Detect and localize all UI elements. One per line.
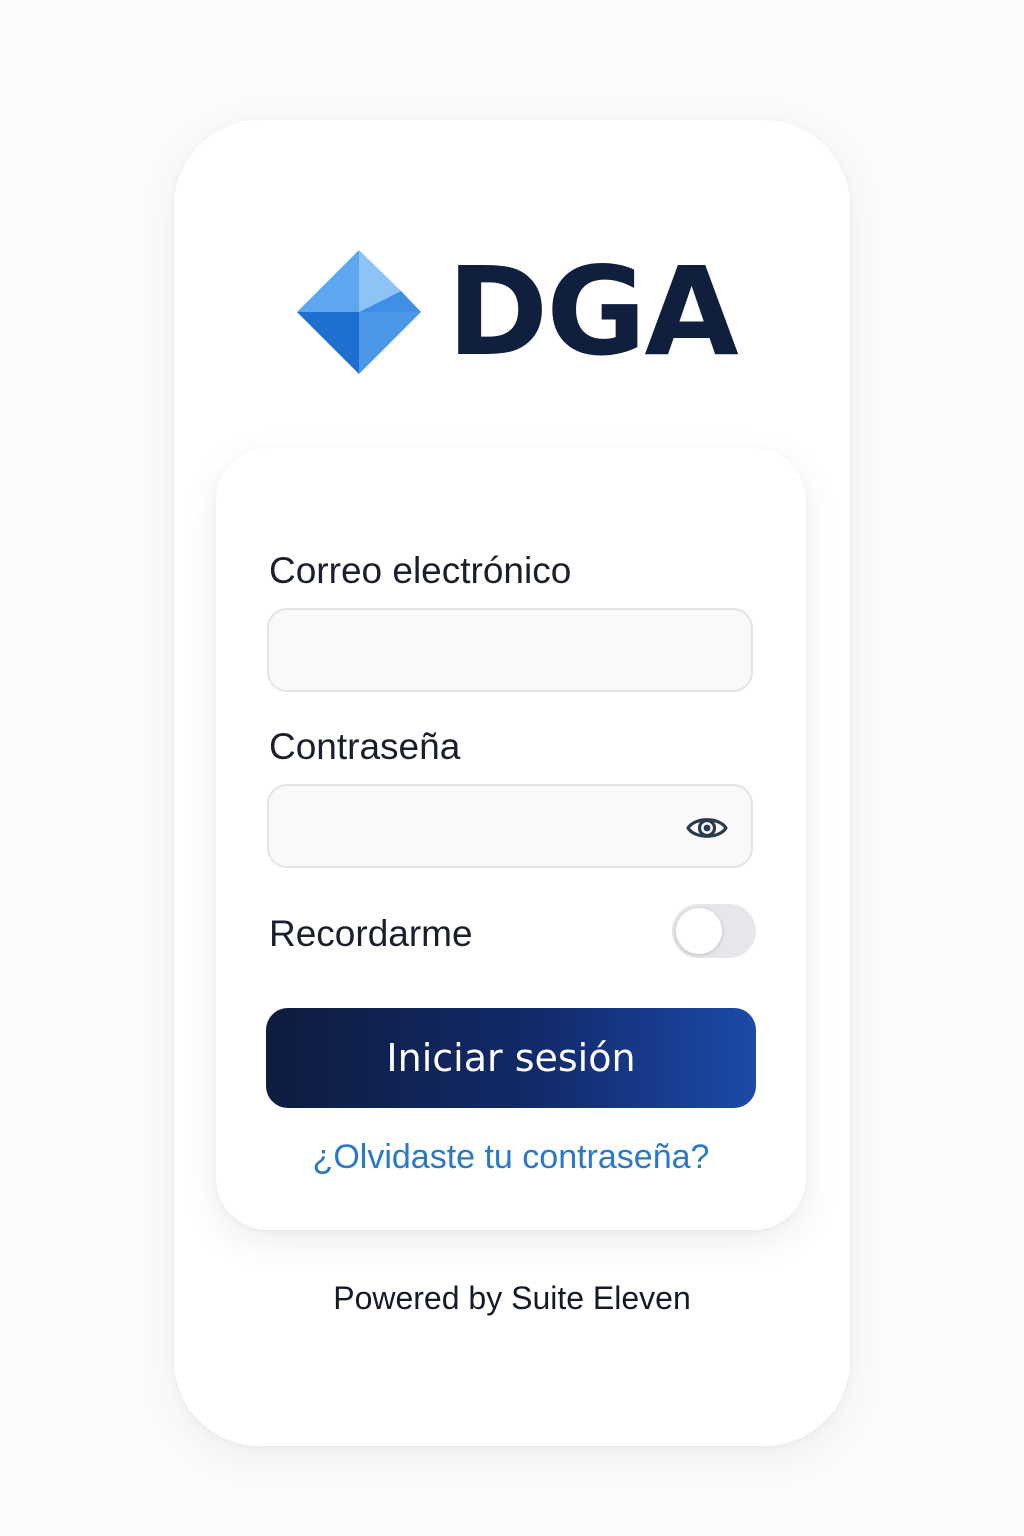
brand-logo: DGA [297, 241, 739, 383]
password-label: Contraseña [269, 726, 461, 767]
remember-toggle[interactable] [672, 904, 756, 958]
login-button[interactable]: Iniciar sesión [266, 1008, 756, 1108]
email-input[interactable] [269, 610, 751, 690]
toggle-knob [676, 908, 722, 954]
eye-icon[interactable] [685, 808, 729, 848]
powered-by-text: Powered by Suite Eleven [333, 1280, 691, 1316]
brand-name: DGA [447, 241, 739, 383]
password-input[interactable] [269, 786, 751, 866]
remember-label: Recordarme [269, 913, 473, 954]
forgot-password-link[interactable]: ¿Olvidaste tu contraseña? [216, 1140, 806, 1174]
blue-diamond-logo-icon [297, 250, 421, 374]
email-field-container [267, 608, 753, 692]
password-field-container [267, 784, 753, 868]
email-label: Correo electrónico [269, 550, 572, 591]
login-card: Correo electrónico Contraseña Recordarme… [216, 448, 806, 1230]
phone-frame: DGA Correo electrónico Contraseña Record… [174, 120, 850, 1446]
